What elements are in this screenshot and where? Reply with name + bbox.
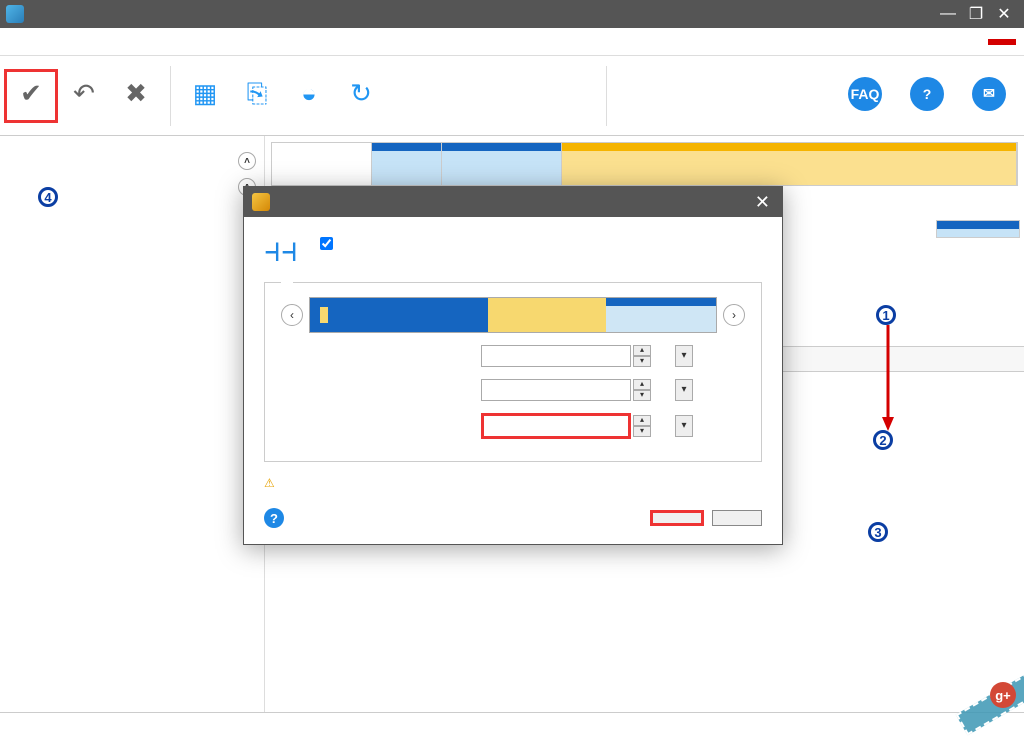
arrow-annotation [880, 325, 900, 433]
gplus-icon: g+ [990, 682, 1016, 708]
size-slider[interactable] [309, 297, 717, 333]
brand-logo [988, 39, 1016, 45]
sliders-icon: ⫞⫞ [264, 231, 308, 270]
app-icon [6, 5, 24, 23]
disk-map [271, 142, 1018, 186]
partition-recovery-button[interactable]: ↻ [335, 74, 387, 118]
legend [0, 712, 1024, 738]
dialog-icon [252, 193, 270, 211]
dialog-titlebar[interactable]: ✕ [244, 187, 782, 217]
partition-size-input[interactable] [481, 379, 631, 401]
unallocated-after-input[interactable] [481, 413, 631, 439]
help-icon: ? [910, 77, 944, 111]
faq-icon: FAQ [848, 77, 882, 111]
discard-button[interactable]: ✖ [110, 74, 162, 118]
enhanced-mode-checkbox[interactable] [320, 237, 339, 250]
undo-icon: ↶ [68, 78, 100, 110]
ok-button[interactable] [650, 510, 704, 526]
disk-label [272, 143, 372, 185]
menu-partition[interactable] [80, 38, 104, 46]
migrate-button[interactable]: ▦ [179, 74, 231, 118]
copy-partition-button[interactable]: ⎘ [231, 74, 283, 118]
menu-wizard[interactable] [128, 38, 152, 46]
unallocated-before-input[interactable] [481, 345, 631, 367]
apply-button[interactable]: ✔ [4, 69, 58, 123]
faq-button[interactable]: FAQ [834, 73, 896, 119]
slider-right-button[interactable]: › [723, 304, 745, 326]
maximize-button[interactable]: ❐ [962, 4, 990, 24]
after-spinner[interactable]: ▴▾ [633, 415, 651, 437]
contact-button[interactable]: ✉ [958, 73, 1020, 119]
copy-partition-icon: ⎘ [241, 78, 273, 110]
check-icon: ✔ [15, 78, 47, 110]
titlebar: — ❐ ✕ [0, 0, 1024, 28]
callout-3: 3 [868, 522, 888, 542]
help-icon[interactable]: ? [264, 508, 284, 528]
group-change-partition: ˄ [8, 152, 256, 170]
chevron-up-icon[interactable]: ˄ [238, 152, 256, 170]
unit-dropdown[interactable]: ▾ [675, 415, 693, 437]
undo-button[interactable]: ↶ [58, 74, 110, 118]
dialog-close-button[interactable]: ✕ [751, 192, 774, 213]
move-resize-dialog: ✕ ⫞⫞ ‹ › ▴▾ ▾ [243, 186, 783, 545]
size-spinner[interactable]: ▴▾ [633, 379, 651, 401]
manual-button[interactable]: ? [896, 73, 958, 119]
callout-2: 2 [873, 430, 893, 450]
callout-1: 1 [876, 305, 896, 325]
recovery-icon: ↻ [345, 78, 377, 110]
sidebar: ˄ ˄ [0, 136, 265, 712]
toolbar: ✔ ↶ ✖ ▦ ⎘ ◒ ↻ FAQ ? ✉ [0, 56, 1024, 136]
cancel-button[interactable] [712, 510, 762, 526]
minimize-button[interactable]: — [934, 5, 962, 23]
menu-view[interactable] [32, 38, 56, 46]
partition-d[interactable] [562, 143, 1017, 185]
callout-4: 4 [38, 187, 58, 207]
menu-general[interactable] [8, 38, 32, 46]
partition-e[interactable] [372, 143, 442, 185]
migrate-icon: ▦ [189, 78, 221, 110]
menu-help[interactable] [152, 38, 176, 46]
usb-boot-tile[interactable] [936, 220, 1020, 238]
copy-disk-button[interactable]: ◒ [283, 74, 335, 118]
copy-disk-icon: ◒ [293, 78, 325, 110]
partition-c[interactable] [442, 143, 562, 185]
unit-dropdown[interactable]: ▾ [675, 345, 693, 367]
unit-dropdown[interactable]: ▾ [675, 379, 693, 401]
discard-icon: ✖ [120, 78, 152, 110]
mail-icon: ✉ [972, 77, 1006, 111]
close-button[interactable]: ✕ [990, 4, 1018, 24]
size-location-fieldset: ‹ › ▴▾ ▾ ▴▾ ▾ ▴▾ ▾ [264, 282, 762, 462]
menubar [0, 28, 1024, 56]
menu-disk[interactable] [56, 38, 80, 46]
backup-warning [264, 476, 762, 490]
menu-dynamic-disk[interactable] [104, 38, 128, 46]
slider-left-button[interactable]: ‹ [281, 304, 303, 326]
before-spinner[interactable]: ▴▾ [633, 345, 651, 367]
